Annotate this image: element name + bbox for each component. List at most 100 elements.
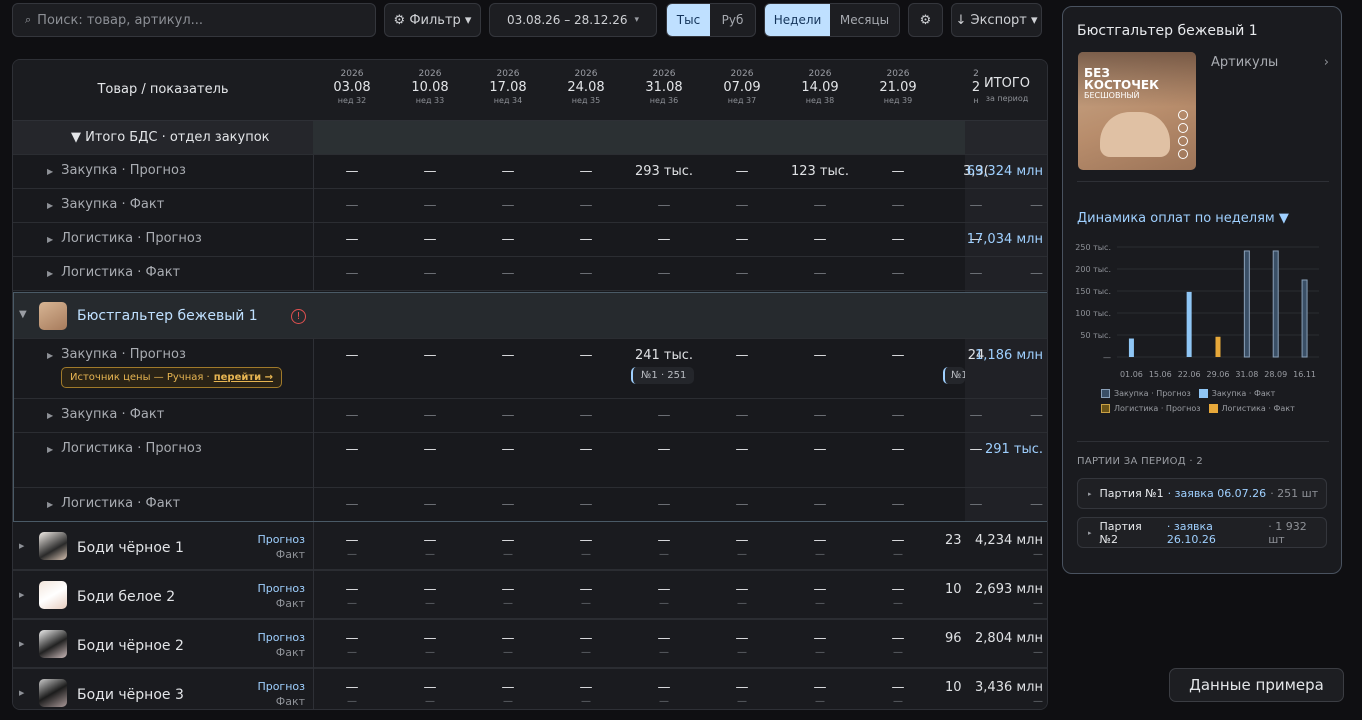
table-row[interactable]: ▶ Закупка · Прогноз — — — —241 тыс. — — —24 1,186… [13, 339, 1047, 399]
value-cell[interactable]: — [469, 408, 547, 423]
value-cell[interactable]: — [703, 680, 781, 695]
value-cell[interactable]: — [781, 533, 859, 548]
warning-icon[interactable]: ! [291, 309, 306, 324]
product-row[interactable]: ▶ Боди чёрное 2 Прогноз Факт — — — — — — — — — — —… [13, 620, 1047, 669]
value-cell[interactable]: — [313, 696, 391, 707]
value-cell[interactable]: — [781, 232, 859, 247]
value-cell[interactable]: — [469, 497, 547, 512]
date-column-header[interactable]: 2026 07.09 нед 37 [703, 60, 781, 105]
product-group-row[interactable]: ▼ Бюстгальтер бежевый 1 ! [13, 292, 1047, 339]
value-cell[interactable]: — [391, 582, 469, 597]
batch-item[interactable]: ▸ Партия №2 · заявка 26.10.26 · 1 932 шт [1077, 517, 1327, 548]
value-cell[interactable]: — [391, 647, 469, 658]
value-cell[interactable]: — [391, 598, 469, 609]
value-cell[interactable]: — [703, 348, 781, 363]
value-cell[interactable]: — [781, 549, 859, 560]
value-cell[interactable]: — [703, 647, 781, 658]
value-cell[interactable]: — [313, 442, 391, 457]
value-cell[interactable]: — [859, 348, 937, 363]
value-cell[interactable]: — [391, 164, 469, 179]
chart-bar[interactable] [1272, 250, 1279, 358]
value-cell[interactable]: — [547, 582, 625, 597]
value-cell[interactable]: — [391, 696, 469, 707]
value-cell[interactable]: — [625, 647, 703, 658]
batch-chip[interactable]: №1 [943, 367, 965, 384]
value-cell[interactable]: — [859, 442, 937, 457]
date-column-header[interactable]: 2026 21.09 нед 39 [859, 60, 937, 105]
value-cell[interactable]: 96 [937, 631, 961, 646]
price-source-badge[interactable]: Источник цены — Ручная · перейти → [61, 367, 283, 388]
value-cell[interactable]: — [469, 582, 547, 597]
value-cell[interactable]: — [703, 497, 781, 512]
value-cell[interactable]: 293 тыс. [625, 164, 703, 179]
value-cell[interactable]: — [469, 696, 547, 707]
value-cell[interactable]: — [469, 232, 547, 247]
value-cell[interactable]: 123 тыс. [781, 164, 859, 179]
value-cell[interactable]: — [547, 598, 625, 609]
value-cell[interactable]: — [703, 631, 781, 646]
value-cell[interactable]: — [625, 497, 703, 512]
value-cell[interactable]: — [625, 533, 703, 548]
chart-title[interactable]: Динамика оплат по неделям ▼ [1077, 211, 1289, 226]
value-cell[interactable]: — [859, 647, 937, 658]
period-weeks-button[interactable]: Недели [765, 4, 831, 36]
value-cell[interactable]: 10 [937, 582, 961, 597]
value-cell[interactable]: — [781, 266, 859, 281]
value-cell[interactable]: — [469, 164, 547, 179]
value-cell[interactable]: — [859, 266, 937, 281]
value-cell[interactable]: — [469, 533, 547, 548]
value-cell[interactable]: — [703, 232, 781, 247]
value-cell[interactable]: — [469, 198, 547, 213]
unit-rub-button[interactable]: Руб [710, 4, 755, 36]
value-cell[interactable]: — [469, 680, 547, 695]
value-cell[interactable]: — [625, 198, 703, 213]
value-cell[interactable]: — [781, 408, 859, 423]
chart-bar[interactable] [1215, 336, 1221, 357]
value-cell[interactable]: — [391, 408, 469, 423]
value-cell[interactable]: — [859, 232, 937, 247]
table-row[interactable]: ▶ Логистика · Прогноз — — — — — — — — —17,034 млн [13, 223, 1047, 257]
date-column-header[interactable]: 2026 24.08 нед 35 [547, 60, 625, 105]
date-column-header[interactable]: 2026 31.08 нед 36 [625, 60, 703, 105]
value-cell[interactable]: — [859, 198, 937, 213]
value-cell[interactable]: — [469, 647, 547, 658]
value-cell[interactable]: — [703, 442, 781, 457]
date-column-header[interactable]: 2026 03.08 нед 32 [313, 60, 391, 105]
search-box[interactable]: ⌕ Поиск: товар, артикул... [12, 3, 376, 37]
value-cell[interactable]: — [547, 198, 625, 213]
filter-button[interactable]: ⚙ Фильтр ▾ [384, 3, 481, 37]
value-cell[interactable]: — [547, 442, 625, 457]
value-cell[interactable]: — [625, 680, 703, 695]
date-column-header[interactable]: 2026 14.09 нед 38 [781, 60, 859, 105]
value-cell[interactable]: — [547, 631, 625, 646]
value-cell[interactable]: — [703, 598, 781, 609]
chart-bar[interactable] [1128, 338, 1134, 357]
value-cell[interactable]: — [391, 348, 469, 363]
value-cell[interactable]: — [625, 631, 703, 646]
batch-chip[interactable]: №1 · 251 [631, 367, 695, 384]
unit-thousand-button[interactable]: Тыс [667, 4, 711, 36]
value-cell[interactable]: — [625, 549, 703, 560]
value-cell[interactable]: — [391, 442, 469, 457]
price-source-link[interactable]: перейти → [214, 372, 273, 383]
value-cell[interactable]: — [625, 582, 703, 597]
period-months-button[interactable]: Месяцы [830, 4, 899, 36]
value-cell[interactable]: — [313, 631, 391, 646]
search-input[interactable]: Поиск: товар, артикул... [37, 13, 203, 28]
value-cell[interactable]: — [313, 680, 391, 695]
value-cell[interactable]: — [313, 348, 391, 363]
value-cell[interactable]: — [547, 680, 625, 695]
product-row[interactable]: ▶ Боди чёрное 1 Прогноз Факт — — — — — — — — — — —… [13, 522, 1047, 571]
value-cell[interactable]: — [469, 348, 547, 363]
value-cell[interactable]: — [859, 497, 937, 512]
value-cell[interactable]: — [703, 198, 781, 213]
value-cell[interactable]: — [391, 497, 469, 512]
value-cell[interactable]: — [313, 533, 391, 548]
value-cell[interactable]: — [313, 582, 391, 597]
date-column-header[interactable]: 2026 17.08 нед 34 [469, 60, 547, 105]
value-cell[interactable]: — [625, 266, 703, 281]
value-cell[interactable]: — [547, 497, 625, 512]
value-cell[interactable]: — [781, 198, 859, 213]
table-row[interactable]: ▶ Логистика · Прогноз — — — — — — — — —291 тыс. [13, 433, 1047, 488]
value-cell[interactable]: — [625, 442, 703, 457]
